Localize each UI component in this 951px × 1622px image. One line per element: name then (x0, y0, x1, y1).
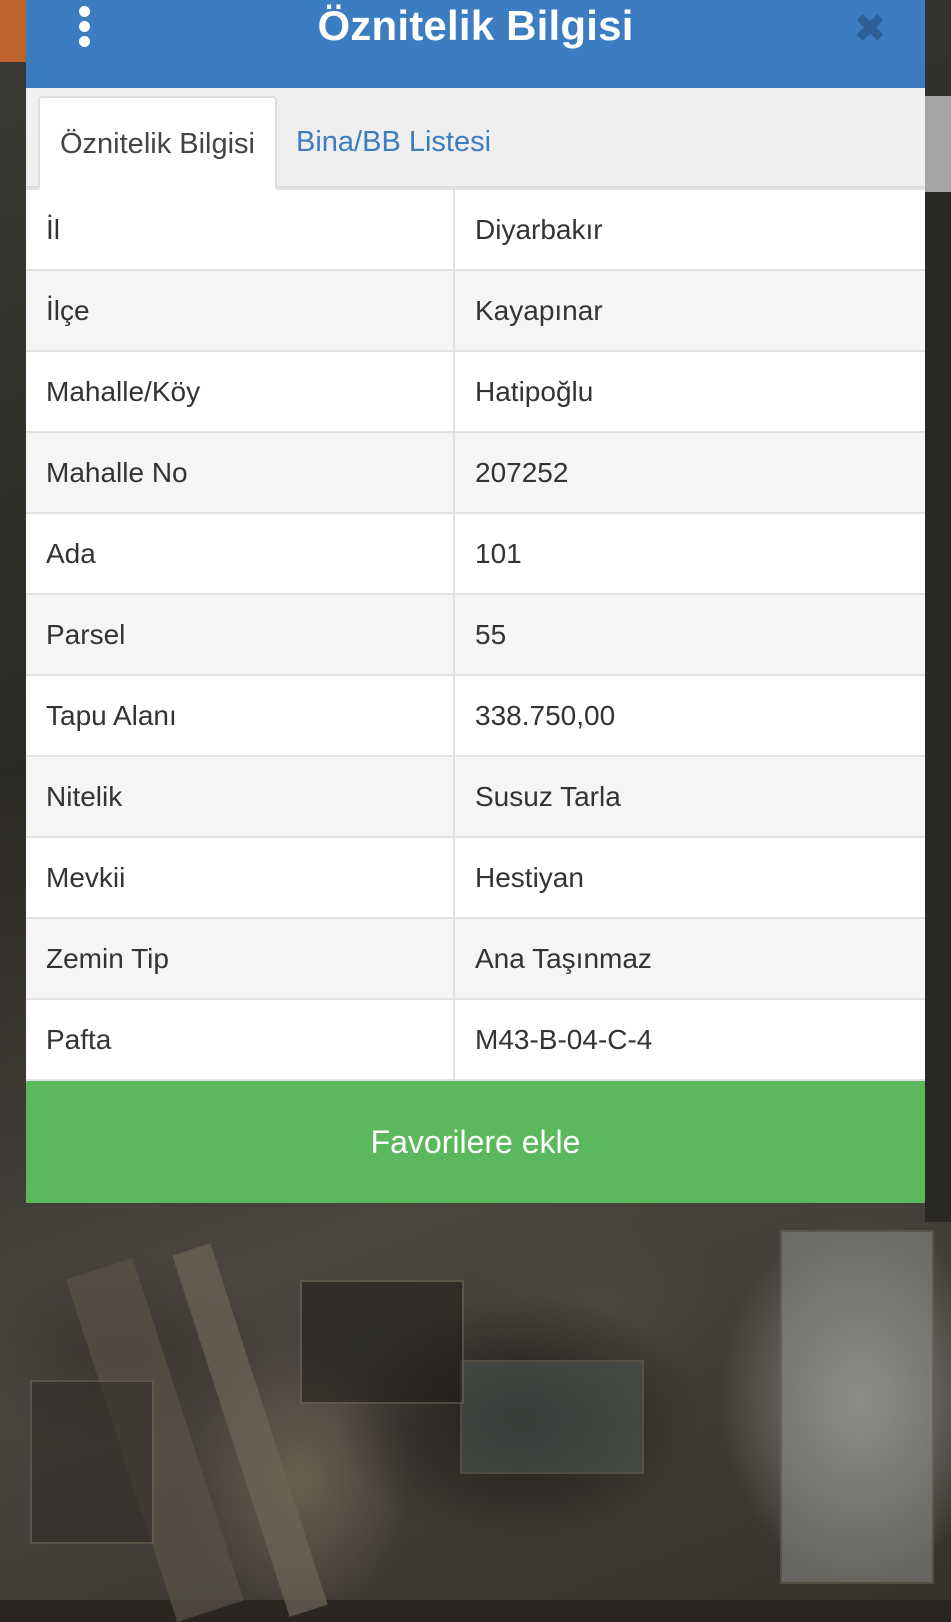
attribute-label: Mahalle/Köy (26, 350, 455, 433)
background-scroll-element (925, 96, 951, 192)
attribute-label: Mahalle No (26, 431, 455, 514)
table-row: Parsel 55 (26, 593, 925, 676)
attribute-label: İlçe (26, 269, 455, 352)
attribute-label: Parsel (26, 593, 455, 676)
table-row: İlçe Kayapınar (26, 269, 925, 352)
attribute-value: M43-B-04-C-4 (453, 998, 925, 1081)
attribute-value: 101 (453, 512, 925, 595)
attribute-value: Hatipoğlu (453, 350, 925, 433)
attribute-value: Diyarbakır (453, 188, 925, 271)
attribute-value: Ana Taşınmaz (453, 917, 925, 1000)
attribute-label: Mevkii (26, 836, 455, 919)
dialog-title: Öznitelik Bilgisi (317, 2, 634, 49)
attribute-label: İl (26, 188, 455, 271)
attribute-table: İl Diyarbakır İlçe Kayapınar Mahalle/Köy… (26, 188, 925, 1081)
map-field (300, 1280, 464, 1404)
map-field (460, 1360, 644, 1474)
attribute-label: Ada (26, 512, 455, 595)
table-row: Tapu Alanı 338.750,00 (26, 674, 925, 757)
attribute-label: Pafta (26, 998, 455, 1081)
attribute-value: 55 (453, 593, 925, 676)
attribute-label: Tapu Alanı (26, 674, 455, 757)
background-map-edge (925, 192, 951, 1222)
tab-attribute-info[interactable]: Öznitelik Bilgisi (38, 96, 277, 190)
tab-building-list[interactable]: Bina/BB Listesi (276, 96, 511, 188)
table-row: Mahalle/Köy Hatipoğlu (26, 350, 925, 433)
attribute-value: Susuz Tarla (453, 755, 925, 838)
table-row: Mevkii Hestiyan (26, 836, 925, 919)
attribute-info-dialog: Öznitelik Bilgisi ✖ Öznitelik Bilgisi Bi… (26, 0, 925, 1203)
table-row: Nitelik Susuz Tarla (26, 755, 925, 838)
add-to-favorites-button[interactable]: Favorilere ekle (26, 1081, 925, 1203)
table-row: Pafta M43-B-04-C-4 (26, 998, 925, 1081)
map-field (30, 1380, 154, 1544)
attribute-label: Nitelik (26, 755, 455, 838)
tab-bar: Öznitelik Bilgisi Bina/BB Listesi (26, 88, 925, 190)
attribute-value: Hestiyan (453, 836, 925, 919)
attribute-value: 207252 (453, 431, 925, 514)
table-row: Zemin Tip Ana Taşınmaz (26, 917, 925, 1000)
dialog-header: Öznitelik Bilgisi ✖ (26, 0, 925, 88)
map-field (780, 1230, 934, 1584)
table-row: Ada 101 (26, 512, 925, 595)
table-row: İl Diyarbakır (26, 188, 925, 271)
attribute-label: Zemin Tip (26, 917, 455, 1000)
attribute-value: Kayapınar (453, 269, 925, 352)
table-row: Mahalle No 207252 (26, 431, 925, 514)
close-icon[interactable]: ✖ (845, 4, 895, 54)
background-app-edge (0, 0, 26, 62)
attribute-value: 338.750,00 (453, 674, 925, 757)
